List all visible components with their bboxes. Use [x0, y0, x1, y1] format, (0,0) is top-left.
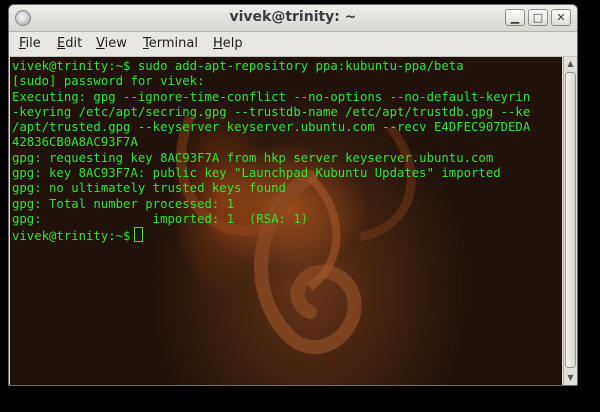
terminal-line: Executing: gpg --ignore-time-conflict --…	[12, 89, 531, 104]
menu-bar: File Edit View Terminal Help	[9, 32, 577, 57]
terminal-line: vivek@trinity:~$ sudo add-apt-repository…	[12, 59, 464, 73]
terminal-output-area[interactable]: vivek@trinity:~$ sudo add-apt-repository…	[10, 57, 562, 385]
menu-edit-accel: E	[57, 36, 66, 51]
vertical-scrollbar[interactable]: ▲ ▼	[563, 57, 577, 385]
terminal-line: gpg: requesting key 8AC93F7A from hkp se…	[12, 150, 494, 165]
menu-file[interactable]: File	[19, 36, 41, 51]
minimize-button[interactable]: ▁	[505, 9, 525, 26]
menu-terminal-label: erminal	[148, 36, 198, 51]
terminal-window: vivek@trinity: ~ ▁ □ ✕ File Edit View Te…	[8, 4, 578, 386]
menu-view-label: iew	[104, 36, 127, 51]
maximize-button[interactable]: □	[528, 9, 548, 26]
menu-help-label: elp	[222, 36, 243, 51]
menu-edit[interactable]: Edit	[57, 36, 82, 51]
scrollbar-thumb[interactable]	[565, 72, 576, 368]
terminal-prompt: vivek@trinity:~$	[12, 229, 131, 244]
terminal-line: [sudo] password for vivek:	[12, 74, 205, 89]
menu-help[interactable]: Help	[213, 36, 243, 51]
menu-edit-label: dit	[65, 36, 83, 51]
text-cursor	[134, 227, 144, 243]
terminal-line: /apt/trusted.gpg --keyserver keyserver.u…	[12, 120, 531, 135]
menu-view-accel: V	[96, 36, 105, 51]
menu-view[interactable]: View	[96, 36, 127, 51]
close-button[interactable]: ✕	[551, 9, 571, 26]
terminal-line: 42836CB0A8AC93F7A	[12, 135, 138, 150]
title-bar[interactable]: vivek@trinity: ~ ▁ □ ✕	[9, 5, 577, 32]
terminal-line: gpg: key 8AC93F7A: public key "Launchpad…	[12, 166, 501, 181]
menu-file-label: ile	[25, 36, 41, 51]
window-title: vivek@trinity: ~	[229, 9, 357, 25]
terminal-line: gpg: imported: 1 (RSA: 1)	[12, 211, 309, 226]
menu-help-accel: H	[213, 36, 223, 51]
terminal-line: -keyring /etc/apt/secring.gpg --trustdb-…	[12, 104, 531, 119]
terminal-line: gpg: no ultimately trusted keys found	[12, 181, 286, 196]
menu-terminal[interactable]: Terminal	[143, 36, 198, 51]
scroll-up-arrow-icon[interactable]: ▲	[565, 58, 576, 70]
terminal-line: gpg: Total number processed: 1	[12, 196, 235, 211]
terminal-lines: vivek@trinity:~$ sudo add-apt-repository…	[12, 59, 530, 245]
scroll-down-arrow-icon[interactable]: ▼	[565, 372, 576, 384]
